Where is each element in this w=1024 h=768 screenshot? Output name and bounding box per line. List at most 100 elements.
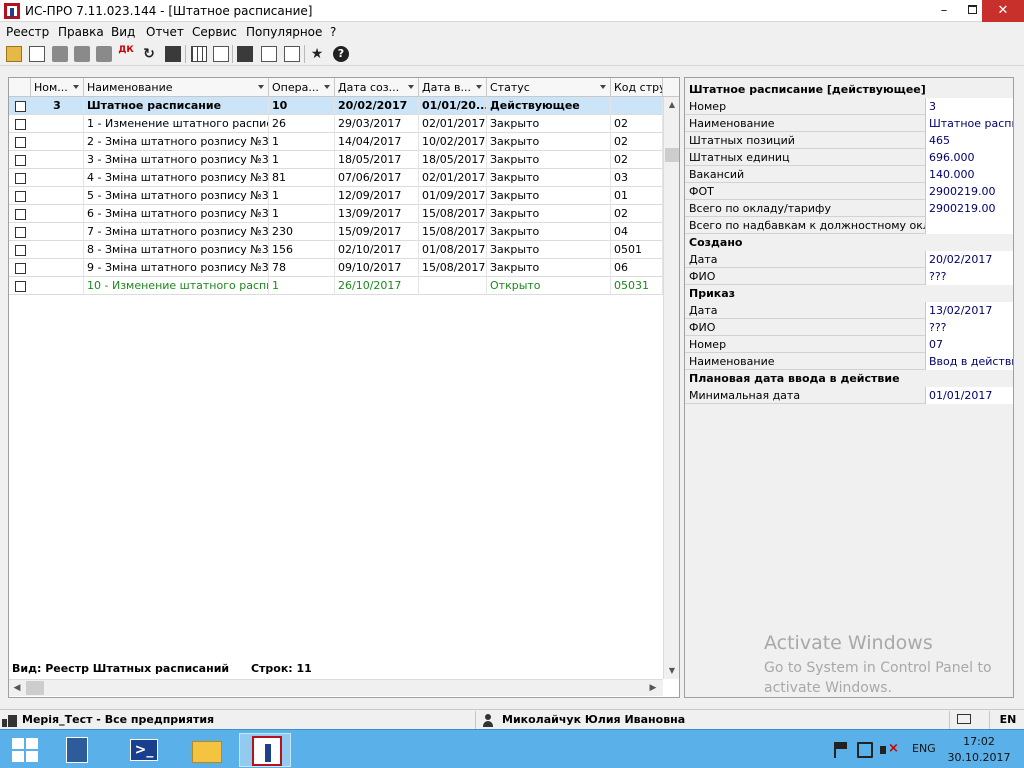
- row-checkbox[interactable]: [15, 191, 26, 202]
- row-checkbox[interactable]: [15, 227, 26, 238]
- sort-arrow-icon[interactable]: [476, 85, 482, 89]
- calc-icon[interactable]: [213, 46, 229, 62]
- table-row[interactable]: 1 - Изменение штатного расписан...2629/0…: [9, 115, 663, 133]
- row-checkbox[interactable]: [15, 101, 26, 112]
- cell-number: [31, 259, 84, 277]
- column-header-status[interactable]: Статус: [487, 78, 611, 97]
- property-value[interactable]: 696.000: [925, 149, 1013, 166]
- menu-report[interactable]: Отчет: [146, 25, 184, 39]
- property-value[interactable]: 13/02/2017: [925, 302, 1013, 319]
- help-icon[interactable]: ?: [333, 46, 349, 62]
- table-row[interactable]: 7 - Зміна штатного розпису №3 230 15/09/20…: [9, 223, 663, 241]
- organization-segment[interactable]: Мерія_Тест - Все предприятия: [0, 711, 476, 729]
- row-checkbox[interactable]: [15, 245, 26, 256]
- table-row[interactable]: 6 - Зміна штатного розпису №3 1 13/09/2017…: [9, 205, 663, 223]
- mail-icon[interactable]: [284, 46, 300, 62]
- property-value[interactable]: Штатное распи: [925, 115, 1013, 132]
- table-row[interactable]: 5 - Зміна штатного розпису №3 1 12/09/2017…: [9, 187, 663, 205]
- table-row[interactable]: 2 - Зміна штатного розпису №3 1 14/04/2017…: [9, 133, 663, 151]
- row-checkbox[interactable]: [15, 137, 26, 148]
- menu-view[interactable]: Вид: [111, 25, 135, 39]
- move-icon[interactable]: [74, 46, 90, 62]
- table-row[interactable]: 8 - Зміна штатного розпису №3 156 02/10/20…: [9, 241, 663, 259]
- volume-muted-icon[interactable]: [880, 741, 899, 758]
- column-header-created[interactable]: Дата соз...: [335, 78, 419, 97]
- menu-popular[interactable]: Популярное: [246, 25, 322, 39]
- taskbar-is-pro[interactable]: [239, 733, 291, 767]
- group-icon[interactable]: [96, 46, 112, 62]
- user-segment[interactable]: Миколайчук Юлия Ивановна: [478, 711, 950, 729]
- start-button[interactable]: [12, 738, 38, 762]
- property-value[interactable]: 20/02/2017: [925, 251, 1013, 268]
- table-row[interactable]: 10 - Изменение штатного расписа...126/10…: [9, 277, 663, 295]
- menu-edit[interactable]: Правка: [58, 25, 104, 39]
- column-header-operations[interactable]: Опера...: [269, 78, 335, 97]
- scroll-right-icon[interactable]: ▶: [645, 680, 661, 696]
- menu-help[interactable]: ?: [330, 25, 336, 39]
- column-header-number[interactable]: Ном...: [31, 78, 84, 97]
- sort-arrow-icon[interactable]: [408, 85, 414, 89]
- star-icon[interactable]: ★: [309, 46, 325, 62]
- column-header-checkbox[interactable]: [9, 78, 31, 97]
- property-value[interactable]: ???: [925, 268, 1013, 285]
- taskbar-explorer[interactable]: [180, 733, 232, 767]
- menu-service[interactable]: Сервис: [192, 25, 237, 39]
- menu-registry[interactable]: Реестр: [6, 25, 49, 39]
- scroll-thumb[interactable]: [26, 681, 44, 695]
- property-value[interactable]: 2900219.00: [925, 200, 1013, 217]
- property-value[interactable]: [925, 217, 1013, 234]
- minimize-button[interactable]: –: [930, 0, 958, 22]
- property-value[interactable]: 140.000: [925, 166, 1013, 183]
- network-icon[interactable]: [857, 742, 873, 758]
- chart-icon[interactable]: [237, 46, 253, 62]
- column-header-effective[interactable]: Дата в...: [419, 78, 487, 97]
- taskbar-server-manager[interactable]: [52, 733, 104, 767]
- property-row: Наименование Штатное распи: [685, 115, 1013, 132]
- clock[interactable]: 17:02 30.10.2017: [945, 734, 1013, 766]
- property-value[interactable]: 07: [925, 336, 1013, 353]
- scroll-up-icon[interactable]: ▲: [664, 97, 680, 113]
- table-row[interactable]: 9 - Зміна штатного розпису №3 78 09/10/201…: [9, 259, 663, 277]
- language-indicator[interactable]: EN: [992, 711, 1024, 729]
- report-icon[interactable]: [261, 46, 277, 62]
- row-checkbox[interactable]: [15, 155, 26, 166]
- add-doc-icon[interactable]: [29, 46, 45, 62]
- refresh-icon[interactable]: ↻: [141, 46, 157, 62]
- row-checkbox[interactable]: [15, 209, 26, 220]
- table-icon[interactable]: [191, 46, 207, 62]
- new-doc-icon[interactable]: [6, 46, 22, 62]
- close-button[interactable]: ✕: [982, 0, 1024, 22]
- sort-arrow-icon[interactable]: [324, 85, 330, 89]
- property-value[interactable]: Ввод в действи: [925, 353, 1013, 370]
- mail-icon[interactable]: [957, 714, 971, 724]
- table-row[interactable]: 3 Штатное расписание 10 20/02/2017 01/01/20.…: [9, 97, 663, 115]
- dk-icon[interactable]: ДК: [118, 46, 134, 62]
- column-header-code[interactable]: Код струк: [611, 78, 663, 97]
- table-row[interactable]: 4 - Зміна штатного розпису №3 81 07/06/201…: [9, 169, 663, 187]
- row-checkbox[interactable]: [15, 173, 26, 184]
- sort-arrow-icon[interactable]: [73, 85, 79, 89]
- taskbar-powershell[interactable]: >_: [118, 733, 170, 767]
- property-value[interactable]: 2900219.00: [925, 183, 1013, 200]
- row-checkbox[interactable]: [15, 263, 26, 274]
- row-checkbox[interactable]: [15, 119, 26, 130]
- table-row[interactable]: 3 - Зміна штатного розпису №3 1 18/05/2017…: [9, 151, 663, 169]
- print-icon[interactable]: [165, 46, 181, 62]
- scroll-thumb[interactable]: [665, 148, 679, 162]
- property-value[interactable]: ???: [925, 319, 1013, 336]
- column-header-name[interactable]: Наименование: [84, 78, 269, 97]
- sort-arrow-icon[interactable]: [600, 85, 606, 89]
- property-value[interactable]: 465: [925, 132, 1013, 149]
- sort-arrow-icon[interactable]: [258, 85, 264, 89]
- copy-icon[interactable]: [52, 46, 68, 62]
- horizontal-scrollbar[interactable]: ◀ ▶: [9, 679, 663, 696]
- vertical-scrollbar[interactable]: ▲ ▼: [663, 97, 679, 679]
- property-value[interactable]: 3: [925, 98, 1013, 115]
- action-center-flag-icon[interactable]: [834, 742, 850, 758]
- cell-created: 12/09/2017: [335, 187, 419, 205]
- scroll-down-icon[interactable]: ▼: [664, 663, 680, 679]
- property-value[interactable]: 01/01/2017: [925, 387, 1013, 404]
- row-checkbox[interactable]: [15, 281, 26, 292]
- scroll-left-icon[interactable]: ◀: [9, 680, 25, 696]
- input-language[interactable]: ENG: [912, 742, 936, 755]
